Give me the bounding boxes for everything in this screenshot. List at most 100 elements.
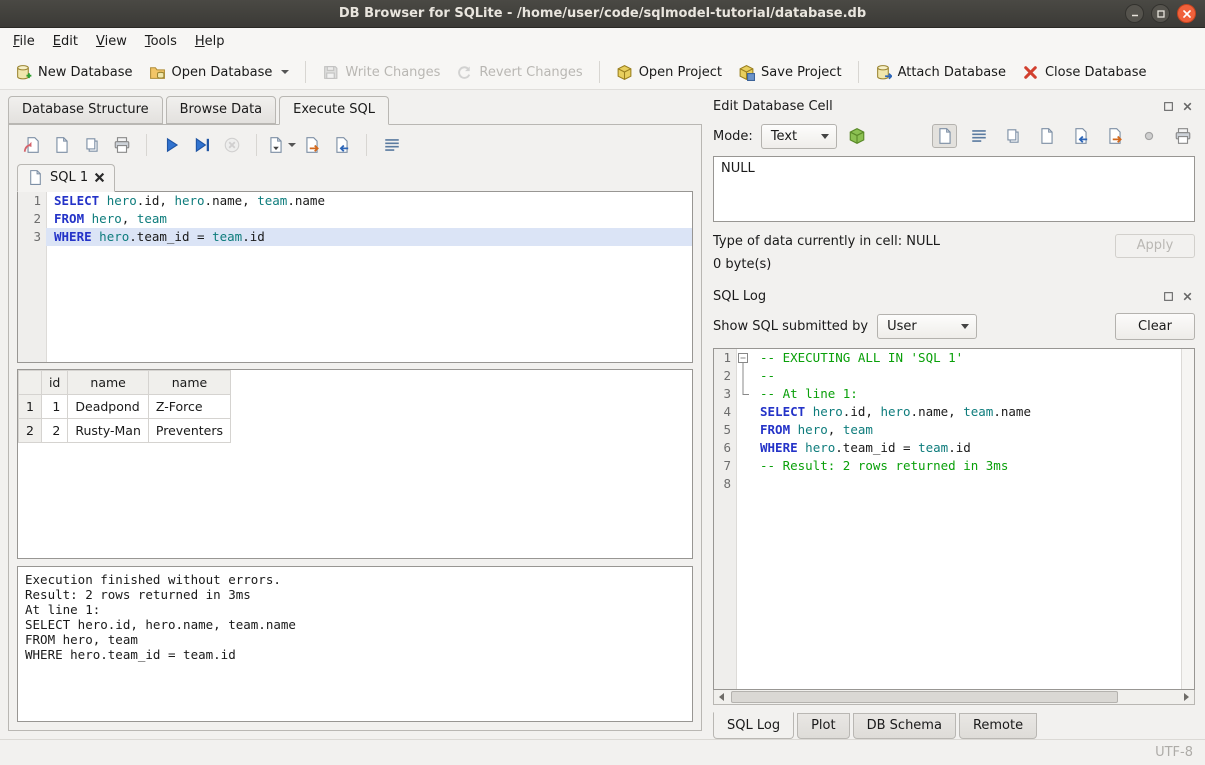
sql-log-editor[interactable]: 1-- EXECUTING ALL IN 'SQL 1'2--3-- At li… xyxy=(713,348,1195,690)
log-filter-select[interactable]: User xyxy=(877,314,977,339)
tab-execute-sql[interactable]: Execute SQL xyxy=(279,96,389,125)
scroll-track[interactable] xyxy=(729,690,1179,704)
maximize-button[interactable] xyxy=(1151,4,1170,23)
open-project-button[interactable]: Open Project xyxy=(609,60,729,85)
open-database-label: Open Database xyxy=(172,65,273,80)
log-filter-value: User xyxy=(887,319,917,334)
menu-edit[interactable]: Edit xyxy=(44,30,87,53)
attach-database-label: Attach Database xyxy=(898,65,1006,80)
column-header-name[interactable]: name xyxy=(148,371,230,395)
print-cell-button[interactable] xyxy=(1170,124,1195,148)
cube-save-icon xyxy=(738,64,755,81)
word-wrap-button[interactable] xyxy=(966,124,991,148)
cell[interactable]: 1 xyxy=(41,395,67,419)
save-project-button[interactable]: Save Project xyxy=(731,60,849,85)
results-table: idnamename11DeadpondZ-Force22Rusty-ManPr… xyxy=(18,370,231,443)
minimize-button[interactable] xyxy=(1125,4,1144,23)
fold-margin xyxy=(736,475,752,493)
code-line[interactable]: 2-- xyxy=(714,367,1194,385)
close-sql-tab-icon[interactable] xyxy=(94,172,105,183)
code-line[interactable]: 3-- At line 1: xyxy=(714,385,1194,403)
code-line[interactable]: 1SELECT hero.id, hero.name, team.name xyxy=(18,192,692,210)
cell[interactable]: 2 xyxy=(41,419,67,443)
stop-button xyxy=(219,133,244,157)
close-dock-icon[interactable] xyxy=(1182,291,1193,302)
export-results-button[interactable] xyxy=(299,133,324,157)
text-view-button[interactable] xyxy=(932,124,957,148)
left-pane: Database StructureBrowse DataExecute SQL… xyxy=(0,90,702,739)
float-dock-icon[interactable] xyxy=(1163,291,1174,302)
menu-tools[interactable]: Tools xyxy=(136,30,186,53)
row-header[interactable]: 1 xyxy=(19,395,42,419)
code-line[interactable]: 7-- Result: 2 rows returned in 3ms xyxy=(714,457,1194,475)
clear-log-button[interactable]: Clear xyxy=(1115,313,1195,340)
execute-current-line-button[interactable] xyxy=(189,133,214,157)
scroll-right-icon[interactable] xyxy=(1179,690,1194,704)
find-replace-button[interactable] xyxy=(329,133,354,157)
line-number: 3 xyxy=(18,228,46,246)
save-sql-as-button[interactable] xyxy=(79,133,104,157)
window-controls xyxy=(1125,4,1205,23)
attach-database-button[interactable]: Attach Database xyxy=(868,60,1013,85)
open-sql-file-button[interactable] xyxy=(19,133,44,157)
mode-select[interactable]: Text xyxy=(761,124,837,149)
code-line[interactable]: 1-- EXECUTING ALL IN 'SQL 1' xyxy=(714,349,1194,367)
sql-editor[interactable]: 1SELECT hero.id, hero.name, team.name2FR… xyxy=(17,191,693,363)
code-line[interactable]: 2FROM hero, team xyxy=(18,210,692,228)
auto-switch-mode-button[interactable] xyxy=(845,124,870,148)
save-sql-file-button[interactable] xyxy=(49,133,74,157)
log-horizontal-scrollbar[interactable] xyxy=(713,690,1195,705)
fold-start-icon[interactable] xyxy=(736,349,752,367)
close-database-button[interactable]: Close Database xyxy=(1015,60,1154,85)
cell[interactable]: Z-Force xyxy=(148,395,230,419)
corner-header xyxy=(19,371,42,395)
copy-icon xyxy=(1004,127,1022,145)
bottom-tab-plot[interactable]: Plot xyxy=(797,713,850,739)
column-header-name[interactable]: name xyxy=(68,371,149,395)
paste-cell-button[interactable] xyxy=(1034,124,1059,148)
cell-editor[interactable]: NULL xyxy=(713,156,1195,222)
set-null-button[interactable] xyxy=(1136,124,1161,148)
cell[interactable]: Rusty-Man xyxy=(68,419,149,443)
save-results-button[interactable] xyxy=(269,133,294,157)
code-line[interactable]: 8 xyxy=(714,475,1194,493)
main-tabbar: Database StructureBrowse DataExecute SQL xyxy=(8,96,702,124)
code-line[interactable]: 4SELECT hero.id, hero.name, team.name xyxy=(714,403,1194,421)
tab-database-structure[interactable]: Database Structure xyxy=(8,96,163,124)
new-database-button[interactable]: New Database xyxy=(8,60,140,85)
close-database-label: Close Database xyxy=(1045,65,1147,80)
scroll-left-icon[interactable] xyxy=(714,690,729,704)
print-button[interactable] xyxy=(109,133,134,157)
export-to-file-button[interactable] xyxy=(1102,124,1127,148)
titlebar[interactable]: DB Browser for SQLite - /home/user/code/… xyxy=(0,0,1205,28)
toolbar-separator xyxy=(146,134,147,156)
float-dock-icon[interactable] xyxy=(1163,101,1174,112)
cell[interactable]: Preventers xyxy=(148,419,230,443)
bottom-tab-db-schema[interactable]: DB Schema xyxy=(853,713,956,739)
close-dock-icon[interactable] xyxy=(1182,101,1193,112)
sql-log-title: SQL Log xyxy=(713,289,1163,304)
tab-browse-data[interactable]: Browse Data xyxy=(166,96,277,124)
word-wrap-button[interactable] xyxy=(379,133,404,157)
cell[interactable]: Deadpond xyxy=(68,395,149,419)
import-from-file-button[interactable] xyxy=(1068,124,1093,148)
doc-icon xyxy=(936,127,954,145)
column-header-id[interactable]: id xyxy=(41,371,67,395)
copy-cell-button[interactable] xyxy=(1000,124,1025,148)
menu-view[interactable]: View xyxy=(87,30,136,53)
execute-all-button[interactable] xyxy=(159,133,184,157)
fold-end-icon xyxy=(736,385,752,403)
code-line[interactable]: 6WHERE hero.team_id = team.id xyxy=(714,439,1194,457)
scroll-thumb[interactable] xyxy=(731,691,1118,703)
bottom-tab-remote[interactable]: Remote xyxy=(959,713,1037,739)
code-line[interactable]: 3WHERE hero.team_id = team.id xyxy=(18,228,692,246)
code-line[interactable]: 5FROM hero, team xyxy=(714,421,1194,439)
menu-file[interactable]: File xyxy=(4,30,44,53)
row-header[interactable]: 2 xyxy=(19,419,42,443)
sql-tab[interactable]: SQL 1 xyxy=(17,164,115,192)
close-button[interactable] xyxy=(1177,4,1196,23)
bottom-tab-sql-log[interactable]: SQL Log xyxy=(713,712,794,739)
chevron-down-icon[interactable] xyxy=(281,70,289,74)
open-database-button[interactable]: Open Database xyxy=(142,60,297,85)
menu-help[interactable]: Help xyxy=(186,30,234,53)
